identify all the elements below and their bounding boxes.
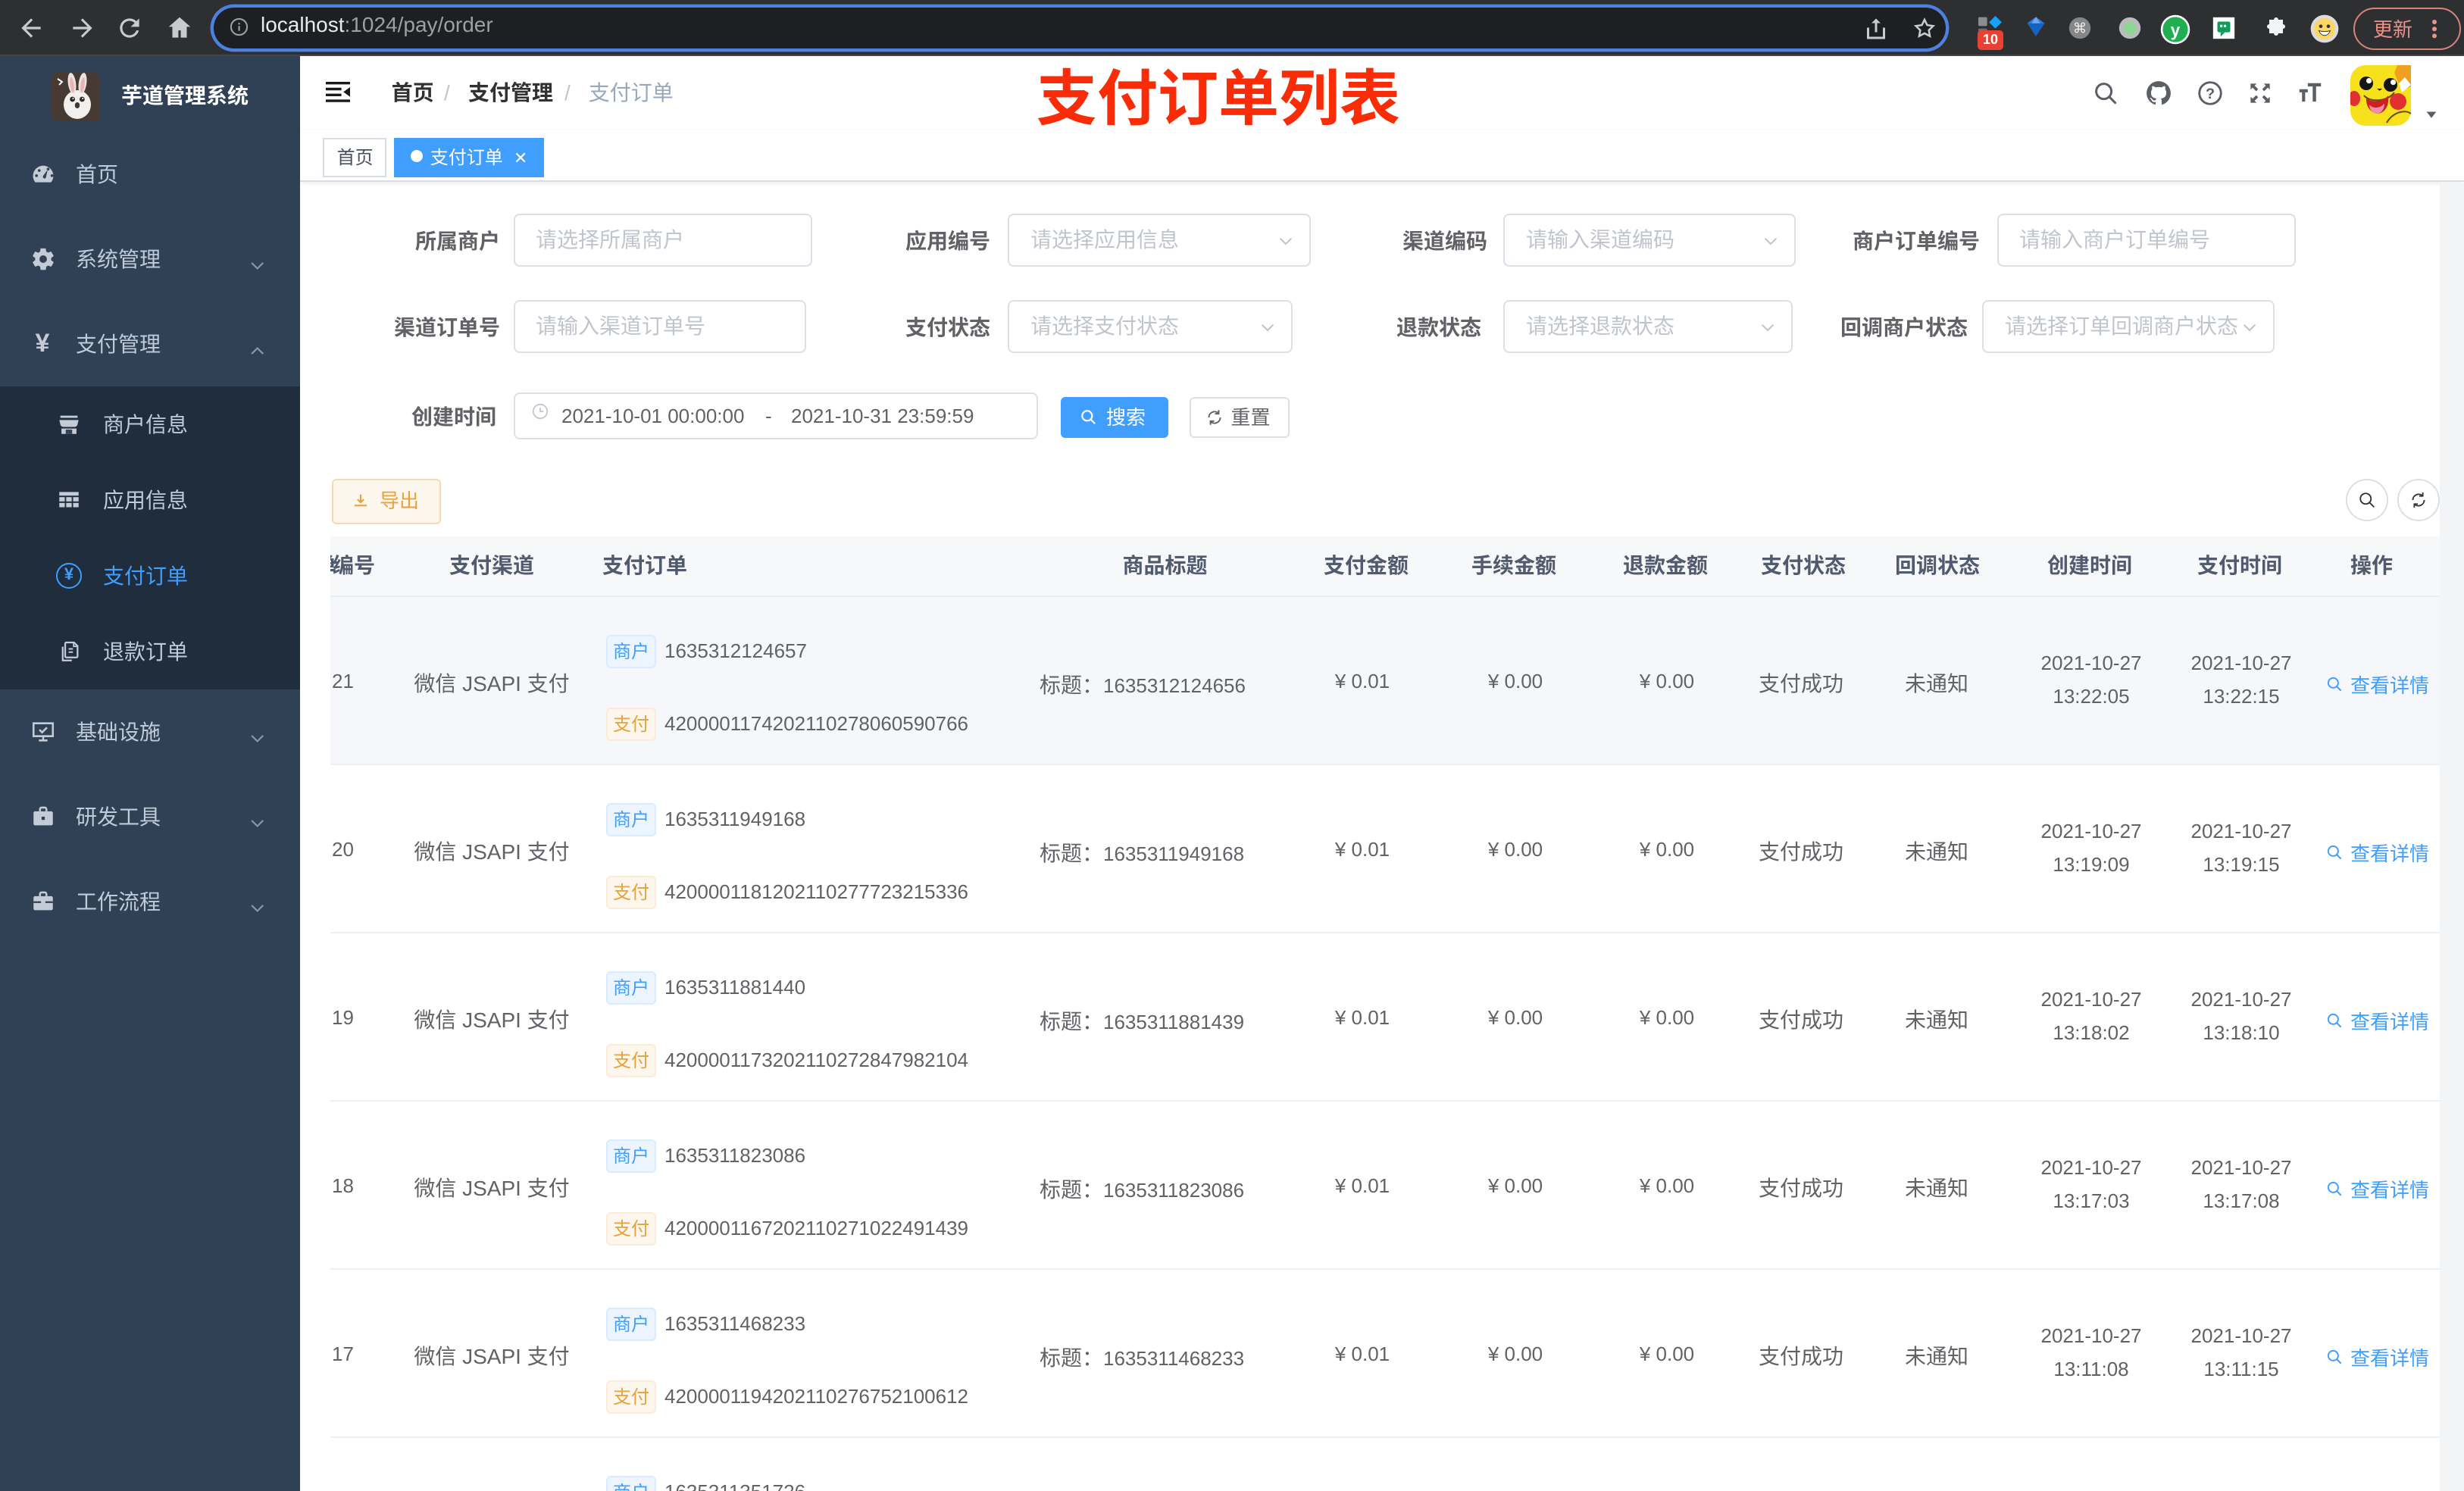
svg-text:y: y bbox=[2170, 19, 2180, 39]
svg-text:?: ? bbox=[2206, 86, 2215, 102]
svg-text:⌘: ⌘ bbox=[2072, 20, 2086, 36]
